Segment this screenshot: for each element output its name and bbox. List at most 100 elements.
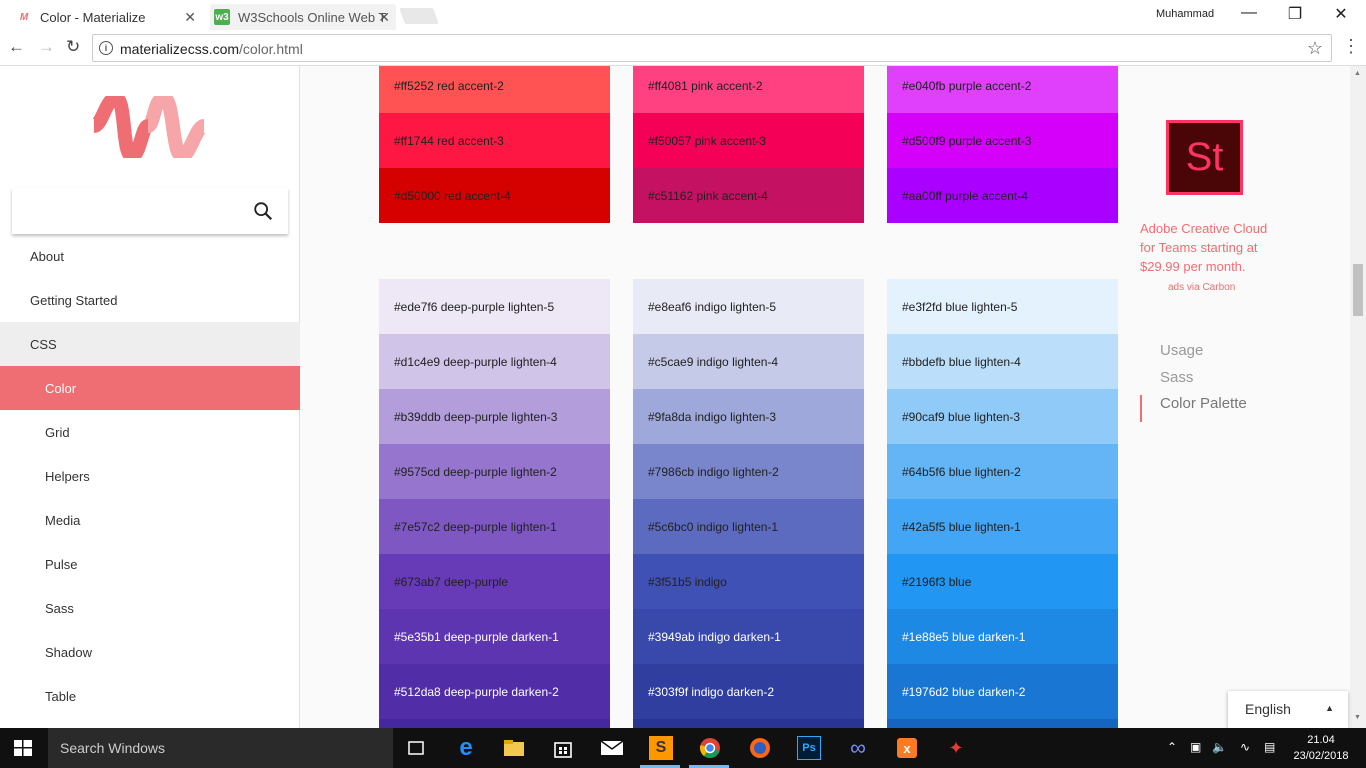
color-swatch: #d50000 red accent-4 <box>379 168 610 223</box>
url-text: materializecss.com/color.html <box>120 41 303 57</box>
sidebar: About Getting Started CSS Color Grid Hel… <box>0 66 300 728</box>
address-bar: ← → ↻ i materializecss.com/color.html ☆ … <box>0 30 1366 66</box>
firefox-icon[interactable] <box>748 736 772 760</box>
toc-sass[interactable]: Sass <box>1140 369 1247 396</box>
sidebar-item-getting-started[interactable]: Getting Started <box>0 278 300 322</box>
sidebar-item-color[interactable]: Color <box>0 366 300 410</box>
screen: M Color - Materialize ✕ w3 W3Schools Onl… <box>0 0 1366 768</box>
photoshop-icon[interactable]: Ps <box>797 736 821 760</box>
caret-up-icon: ▲ <box>1325 703 1334 713</box>
color-swatch: #5e35b1 deep-purple darken-1 <box>379 609 610 664</box>
color-swatch: #c5cae9 indigo lighten-4 <box>633 334 864 389</box>
color-swatch: #673ab7 deep-purple <box>379 554 610 609</box>
sidebar-item-sass[interactable]: Sass <box>0 586 300 630</box>
tab-title: Color - Materialize <box>40 9 146 25</box>
color-swatch: #d1c4e9 deep-purple lighten-4 <box>379 334 610 389</box>
toc-usage[interactable]: Usage <box>1140 342 1247 369</box>
mail-icon[interactable] <box>600 736 624 760</box>
infinity-app-icon[interactable]: ∞ <box>846 735 870 760</box>
materialize-favicon-icon: M <box>19 11 29 23</box>
info-icon[interactable]: i <box>99 41 113 55</box>
tab-close-icon[interactable]: ✕ <box>184 9 196 26</box>
sublime-text-icon[interactable]: S <box>649 736 673 760</box>
back-arrow-icon[interactable]: ← <box>8 37 25 57</box>
color-swatch: #3f51b5 indigo <box>633 554 864 609</box>
color-swatch: #e3f2fd blue lighten-5 <box>887 279 1118 334</box>
store-icon[interactable] <box>551 736 575 760</box>
tab-close-icon[interactable]: ✕ <box>378 9 390 26</box>
close-window-icon[interactable]: ✕ <box>1326 4 1356 26</box>
color-swatch: #5c6bc0 indigo lighten-1 <box>633 499 864 554</box>
color-swatch: #ff1744 red accent-3 <box>379 113 610 168</box>
toc-color-palette[interactable]: Color Palette <box>1140 395 1247 422</box>
browser-titlebar: M Color - Materialize ✕ w3 W3Schools Onl… <box>0 0 1366 30</box>
color-swatch: #9575cd deep-purple lighten-2 <box>379 444 610 499</box>
language-value: English <box>1245 701 1291 717</box>
color-column-pink: #ff4081 pink accent-2 #f50057 pink accent… <box>633 66 864 223</box>
scroll-thumb[interactable] <box>1353 264 1363 316</box>
adobe-stock-logo[interactable]: St <box>1166 120 1243 195</box>
reload-icon[interactable]: ↻ <box>66 37 80 57</box>
minimize-icon[interactable]: — <box>1234 4 1264 26</box>
color-swatch: #c51162 pink accent-4 <box>633 168 864 223</box>
chrome-icon[interactable] <box>698 736 722 760</box>
page-scrollbar[interactable]: ▲ ▼ <box>1350 66 1366 728</box>
sidebar-item-media[interactable]: Media <box>0 498 300 542</box>
new-tab-button[interactable] <box>399 8 439 24</box>
tab-materialize[interactable]: M Color - Materialize ✕ <box>16 4 202 30</box>
tray-overflow-icon[interactable]: ⌃ <box>1167 740 1177 754</box>
notifications-icon[interactable]: ▤ <box>1264 740 1275 754</box>
color-swatch: #90caf9 blue lighten-3 <box>887 389 1118 444</box>
taskbar-clock[interactable]: 21.04 23/02/2018 <box>1290 732 1352 764</box>
bookmark-star-icon[interactable]: ☆ <box>1307 38 1323 59</box>
sidebar-item-table[interactable]: Table <box>0 674 300 718</box>
file-explorer-icon[interactable] <box>502 736 526 760</box>
battery-icon[interactable]: ▣ <box>1190 740 1201 754</box>
maximize-icon[interactable]: ❐ <box>1280 4 1310 26</box>
volume-icon[interactable]: 🔈 <box>1212 740 1227 754</box>
url-input[interactable]: i materializecss.com/color.html ☆ <box>92 34 1332 62</box>
color-swatch: #e8eaf6 indigo lighten-5 <box>633 279 864 334</box>
windows-taskbar: Search Windows e S Ps ∞ x ✦ ⌃ ▣ 🔈 ∿ ▤ 21… <box>0 728 1366 768</box>
sidebar-item-css[interactable]: CSS <box>0 322 300 366</box>
color-column-indigo: #e8eaf6 indigo lighten-5 #c5cae9 indigo l… <box>633 279 864 728</box>
sidebar-item-pulse[interactable]: Pulse <box>0 542 300 586</box>
color-swatch: #ff4081 pink accent-2 <box>633 66 864 113</box>
sidebar-item-shadow[interactable]: Shadow <box>0 630 300 674</box>
scroll-down-icon[interactable]: ▼ <box>1354 714 1361 721</box>
color-swatch <box>379 719 610 728</box>
ad-via-link[interactable]: ads via Carbon <box>1168 282 1235 293</box>
color-swatch: #303f9f indigo darken-2 <box>633 664 864 719</box>
search-input[interactable] <box>12 188 288 234</box>
scroll-up-icon[interactable]: ▲ <box>1354 70 1361 77</box>
color-swatch: #2196f3 blue <box>887 554 1118 609</box>
color-swatch: #d500f9 purple accent-3 <box>887 113 1118 168</box>
color-swatch: #42a5f5 blue lighten-1 <box>887 499 1118 554</box>
taskbar-search-input[interactable]: Search Windows <box>48 728 393 768</box>
color-swatch <box>633 719 864 728</box>
color-swatch: #7e57c2 deep-purple lighten-1 <box>379 499 610 554</box>
xampp-icon[interactable]: x <box>895 736 919 760</box>
forward-arrow-icon[interactable]: → <box>38 37 55 57</box>
color-column-purple: #e040fb purple accent-2 #d500f9 purple ac… <box>887 66 1118 223</box>
windows-start-icon[interactable] <box>14 740 32 756</box>
sidebar-item-helpers[interactable]: Helpers <box>0 454 300 498</box>
color-swatch: #7986cb indigo lighten-2 <box>633 444 864 499</box>
search-icon[interactable] <box>252 200 274 222</box>
ad-text[interactable]: Adobe Creative Cloud for Teams starting … <box>1140 219 1270 276</box>
language-select[interactable]: English ▲ <box>1228 691 1348 728</box>
tab-w3schools[interactable]: w3 W3Schools Online Web T ✕ <box>210 4 396 30</box>
sidebar-item-grid[interactable]: Grid <box>0 410 300 454</box>
browser-menu-icon[interactable]: ⋮ <box>1342 36 1360 57</box>
wifi-icon[interactable]: ∿ <box>1240 740 1250 754</box>
url-host: materializecss.com <box>120 41 240 57</box>
app-red-icon[interactable]: ✦ <box>944 736 968 760</box>
task-view-icon[interactable] <box>404 736 428 760</box>
materialize-logo[interactable] <box>92 96 208 158</box>
color-column-blue: #e3f2fd blue lighten-5 #bbdefb blue light… <box>887 279 1118 728</box>
profile-name[interactable]: Muhammad <box>1156 8 1214 20</box>
sidebar-item-about[interactable]: About <box>0 234 300 278</box>
edge-icon[interactable]: e <box>454 734 478 761</box>
color-swatch: #e040fb purple accent-2 <box>887 66 1118 113</box>
color-swatch: #ff5252 red accent-2 <box>379 66 610 113</box>
